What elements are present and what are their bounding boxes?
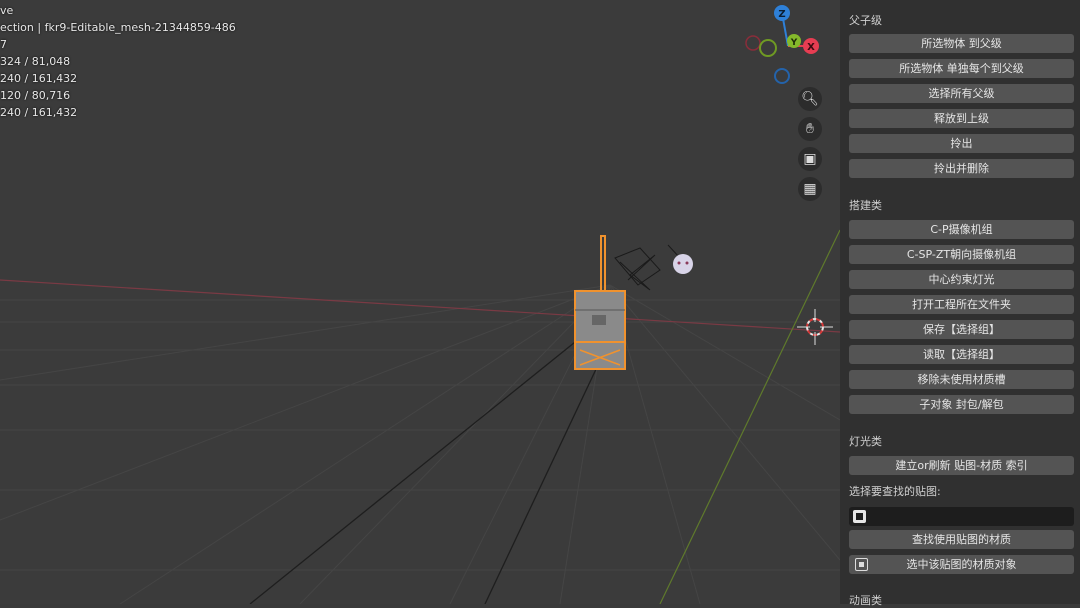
stat-mode: ve [0,4,14,17]
camera-icon[interactable]: ▣ [798,147,822,171]
remove-unused-material-slots-button[interactable]: 移除未使用材质槽 [849,370,1074,389]
hand-pan-icon[interactable]: ✋︎ [798,117,822,141]
parent-each-button[interactable]: 所选物体 单独每个到父级 [849,59,1074,78]
viewport-statistics: ve ection | fkr9-Editable_mesh-21344859-… [0,2,236,121]
open-project-folder-button[interactable]: 打开工程所在文件夹 [849,295,1074,314]
gizmo-z-label: Z [778,9,785,20]
stat-vertices: 324 / 81,048 [0,55,71,68]
stat-faces: 120 / 80,716 [0,89,71,102]
stat-collection: ection | fkr9-Editable_mesh-21344859-486 [0,21,236,34]
zoom-icon[interactable]: 🔍︎ [798,87,822,111]
3d-cursor[interactable] [797,309,833,345]
select-object-icon [855,558,868,571]
object-line-1 [249,329,591,604]
y-axis-line [659,229,840,604]
gizmo-neg-y[interactable] [759,39,777,57]
section-title-build: 搭建类 [849,199,882,212]
gizmo-neg-x[interactable] [745,35,761,51]
extract-delete-button[interactable]: 拎出并删除 [849,159,1074,178]
select-material-objects-button[interactable]: 选中该贴图的材质对象 [849,555,1074,574]
cp-camera-rig-button[interactable]: C-P摄像机组 [849,220,1074,239]
navigation-gizmo[interactable]: Z Y X [740,0,830,90]
camera-object[interactable] [614,244,681,291]
texture-picker-field[interactable] [849,507,1074,526]
csp-camera-rig-button[interactable]: C-SP-ZT朝向摄像机组 [849,245,1074,264]
load-selection-group-button[interactable]: 读取【选择组】 [849,345,1074,364]
selected-mesh-object[interactable] [574,235,626,370]
sidebar-panel: 父子级 所选物体 到父级 所选物体 单独每个到父级 选择所有父级 释放到上级 拎… [840,0,1080,607]
select-all-parents-button[interactable]: 选择所有父级 [849,84,1074,103]
center-light-button[interactable]: 中心约束灯光 [849,270,1074,289]
x-axis-line [0,279,840,333]
gizmo-y-label: Y [790,38,798,48]
pack-unpack-children-button[interactable]: 子对象 封包/解包 [849,395,1074,414]
character-sprite [673,254,693,274]
gizmo-neg-z[interactable] [774,68,790,84]
3d-viewport[interactable]: ve ection | fkr9-Editable_mesh-21344859-… [0,0,840,604]
image-icon [853,510,866,523]
gizmo-x-label: X [807,42,815,53]
section-title-parenting: 父子级 [849,14,882,27]
stat-triangles: 240 / 161,432 [0,106,78,119]
section-title-animation: 动画类 [849,594,882,607]
save-selection-group-button[interactable]: 保存【选择组】 [849,320,1074,339]
find-materials-button[interactable]: 查找使用贴图的材质 [849,530,1074,549]
select-material-objects-label: 选中该贴图的材质对象 [906,558,1017,571]
release-to-parent-button[interactable]: 释放到上级 [849,109,1074,128]
section-title-lighting: 灯光类 [849,435,882,448]
parent-selected-button[interactable]: 所选物体 到父级 [849,34,1074,53]
stat-edges: 240 / 161,432 [0,72,78,85]
extract-button[interactable]: 拎出 [849,134,1074,153]
stat-objects: 7 [0,38,7,51]
texture-picker-label: 选择要查找的贴图: [849,485,941,498]
grid-perspective-icon[interactable]: ▦ [798,177,822,201]
build-texture-index-button[interactable]: 建立or刷新 贴图-材质 索引 [849,456,1074,475]
